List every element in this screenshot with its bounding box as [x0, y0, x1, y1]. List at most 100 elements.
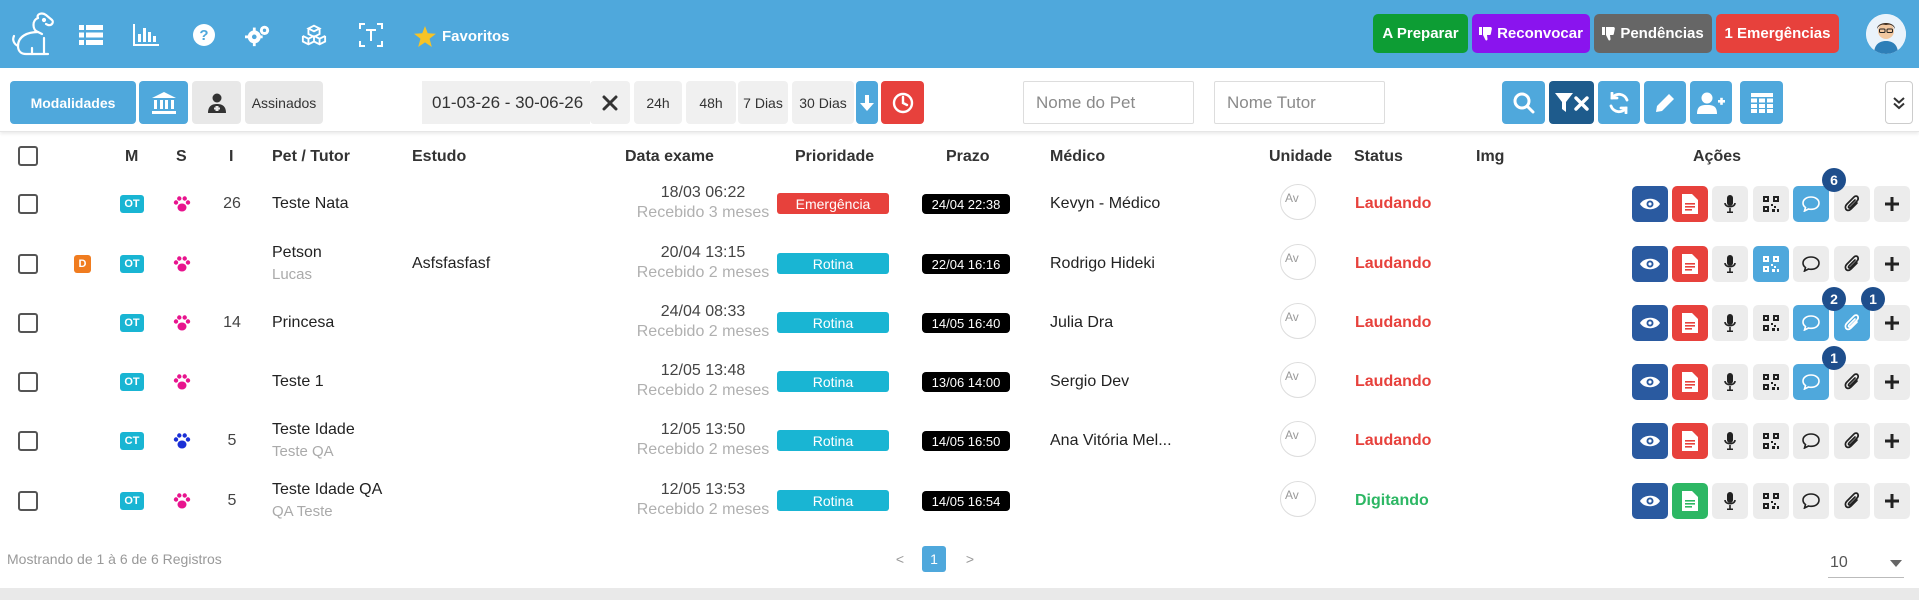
quick-24h-button[interactable]: 24h	[634, 81, 682, 124]
add-action-button[interactable]	[1874, 483, 1910, 519]
pagination-next[interactable]: >	[958, 546, 982, 572]
header-m[interactable]: M	[125, 148, 138, 166]
search-button[interactable]	[1502, 81, 1545, 124]
a-preparar-button[interactable]: A Preparar	[1373, 14, 1468, 53]
header-data-exame[interactable]: Data exame	[625, 148, 714, 166]
audio-record-button[interactable]	[1712, 246, 1748, 282]
header-s[interactable]: S	[176, 148, 187, 166]
comments-button[interactable]	[1793, 483, 1829, 519]
collapse-toggle-button[interactable]	[1885, 81, 1913, 124]
audio-record-button[interactable]	[1712, 186, 1748, 222]
audio-record-button[interactable]	[1712, 364, 1748, 400]
pet-name[interactable]: Teste Idade QA	[272, 481, 382, 499]
emergencias-button[interactable]: 1 Emergências	[1716, 14, 1839, 53]
view-button[interactable]	[1632, 364, 1668, 400]
comments-button[interactable]	[1793, 246, 1829, 282]
qr-code-button[interactable]	[1753, 364, 1789, 400]
view-button[interactable]	[1632, 483, 1668, 519]
add-action-button[interactable]	[1874, 305, 1910, 341]
attachments-button[interactable]	[1834, 483, 1870, 519]
refresh-button[interactable]	[1598, 81, 1640, 124]
quick-30d-button[interactable]: 30 Dias	[792, 81, 854, 124]
view-button[interactable]	[1632, 246, 1668, 282]
comments-button[interactable]	[1793, 305, 1829, 341]
bar-chart-icon[interactable]	[133, 22, 159, 48]
sort-down-button[interactable]	[856, 81, 878, 124]
quick-7d-button[interactable]: 7 Dias	[738, 81, 788, 124]
header-medico[interactable]: Médico	[1050, 148, 1105, 166]
clear-date-button[interactable]	[590, 81, 630, 124]
audio-record-button[interactable]	[1712, 305, 1748, 341]
pagination-prev[interactable]: <	[888, 546, 912, 572]
comments-button[interactable]	[1793, 423, 1829, 459]
pdf-report-button[interactable]	[1672, 246, 1708, 282]
qr-code-button[interactable]	[1753, 246, 1789, 282]
row-checkbox[interactable]	[18, 491, 38, 511]
table-row[interactable]: CT 5 Teste Idade Teste QA 12/05 13:50 Recebid…	[0, 411, 1919, 470]
row-checkbox[interactable]	[18, 431, 38, 451]
pet-name[interactable]: Teste Idade	[272, 421, 355, 439]
table-view-button[interactable]	[1740, 81, 1783, 124]
attachments-button[interactable]	[1834, 186, 1870, 222]
pagination-page-1[interactable]: 1	[922, 546, 946, 572]
table-row[interactable]: OT Teste 1 12/05 13:48 Recebido 2 meses Roti…	[0, 346, 1919, 411]
cubes-icon[interactable]	[301, 22, 327, 48]
dog-logo-icon[interactable]	[8, 10, 60, 58]
pet-name[interactable]: Teste 1	[272, 373, 324, 391]
qr-code-button[interactable]	[1753, 305, 1789, 341]
table-row[interactable]: D OT Petson Lucas Asfsfasfasf 20/04 13:15 Rece…	[0, 234, 1919, 293]
select-all-checkbox[interactable]	[18, 146, 38, 166]
user-avatar[interactable]	[1866, 14, 1906, 54]
add-action-button[interactable]	[1874, 423, 1910, 459]
table-row[interactable]: OT 14 Princesa 24/04 08:33 Recebido 2 meses R…	[0, 287, 1919, 352]
add-user-button[interactable]	[1690, 81, 1732, 124]
view-button[interactable]	[1632, 186, 1668, 222]
header-status[interactable]: Status	[1354, 148, 1403, 166]
header-img[interactable]: Img	[1476, 148, 1504, 166]
pet-name[interactable]: Teste Nata	[272, 195, 348, 213]
header-prioridade[interactable]: Prioridade	[795, 148, 874, 166]
quick-48h-button[interactable]: 48h	[686, 81, 736, 124]
pdf-report-button[interactable]	[1672, 483, 1708, 519]
pet-name[interactable]: Princesa	[272, 314, 334, 332]
view-button[interactable]	[1632, 305, 1668, 341]
audio-record-button[interactable]	[1712, 483, 1748, 519]
list-icon[interactable]	[78, 22, 104, 48]
row-checkbox[interactable]	[18, 313, 38, 333]
modalidades-button[interactable]: Modalidades	[10, 81, 136, 124]
header-pet-tutor[interactable]: Pet / Tutor	[272, 148, 350, 166]
pendencias-button[interactable]: Pendências	[1594, 14, 1712, 53]
tutor-name-input[interactable]	[1214, 81, 1385, 124]
view-button[interactable]	[1632, 423, 1668, 459]
date-range-input[interactable]: 01-03-26 - 30-06-26	[422, 81, 590, 124]
doctor-filter-button[interactable]	[192, 81, 241, 124]
clear-filter-button[interactable]	[1549, 81, 1594, 124]
attachments-button[interactable]	[1834, 246, 1870, 282]
header-unidade[interactable]: Unidade	[1269, 148, 1332, 166]
pdf-report-button[interactable]	[1672, 186, 1708, 222]
add-action-button[interactable]	[1874, 186, 1910, 222]
header-prazo[interactable]: Prazo	[946, 148, 990, 166]
qr-code-button[interactable]	[1753, 186, 1789, 222]
assinados-button[interactable]: Assinados	[245, 81, 323, 124]
page-size-select[interactable]: 10	[1828, 548, 1904, 578]
qr-code-button[interactable]	[1753, 483, 1789, 519]
pdf-report-button[interactable]	[1672, 364, 1708, 400]
pdf-report-button[interactable]	[1672, 305, 1708, 341]
attachments-button[interactable]	[1834, 364, 1870, 400]
settings-gears-icon[interactable]	[245, 22, 271, 48]
table-row[interactable]: OT 26 Teste Nata 18/03 06:22 Recebido 3 mese…	[0, 168, 1919, 233]
pet-name-input[interactable]	[1023, 81, 1194, 124]
qr-code-button[interactable]	[1753, 423, 1789, 459]
attachments-button[interactable]	[1834, 305, 1870, 341]
table-row[interactable]: OT 5 Teste Idade QA QA Teste 12/05 13:53 Rece…	[0, 471, 1919, 530]
comments-button[interactable]	[1793, 364, 1829, 400]
text-scan-icon[interactable]	[358, 22, 384, 48]
institution-filter-button[interactable]	[139, 81, 188, 124]
row-checkbox[interactable]	[18, 194, 38, 214]
attachments-button[interactable]	[1834, 423, 1870, 459]
header-i[interactable]: I	[229, 148, 233, 166]
row-checkbox[interactable]	[18, 254, 38, 274]
reconvocar-button[interactable]: Reconvocar	[1472, 14, 1590, 53]
comments-button[interactable]	[1793, 186, 1829, 222]
